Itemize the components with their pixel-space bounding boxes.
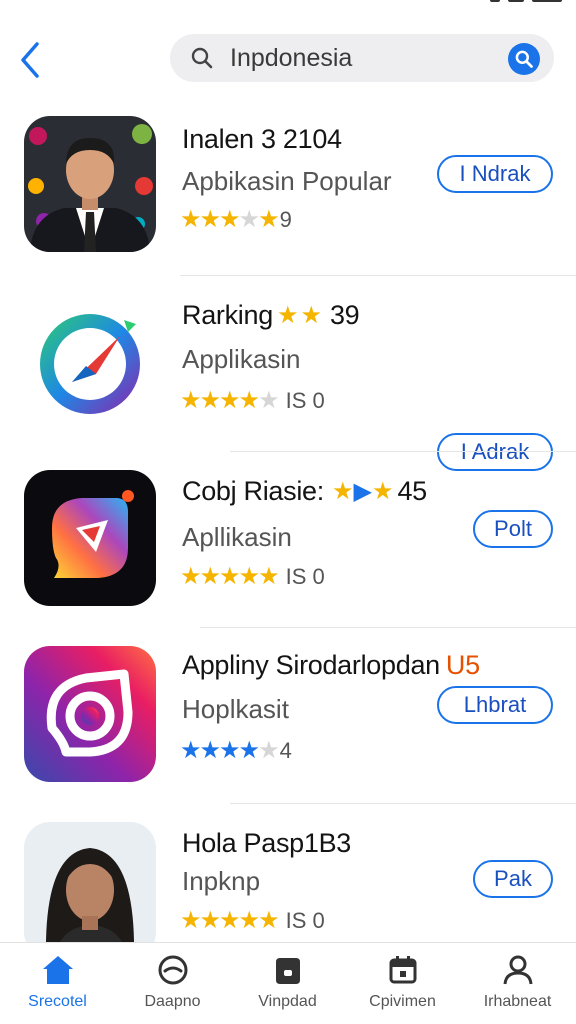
- rating-value: IS 0: [285, 908, 325, 933]
- app-rating: ★ ★ ★ ★ ★ IS 0: [180, 388, 325, 414]
- star-icon: ★: [180, 563, 201, 590]
- star-icon: ▶: [353, 477, 372, 505]
- star-icon: ★: [180, 206, 201, 233]
- nav-label: Srecotel: [28, 993, 87, 1010]
- nav-label: Cpivimen: [369, 993, 436, 1010]
- star-icon: ★: [238, 206, 260, 233]
- top-bar: [0, 20, 576, 100]
- nav-item-calendar[interactable]: Cpivimen: [345, 943, 460, 1024]
- star-icon: ★: [219, 737, 240, 764]
- star-icon: ★: [238, 563, 260, 590]
- compass-icon[interactable]: [24, 296, 156, 432]
- star-icon: ★: [258, 563, 279, 590]
- star-icon: ★: [199, 563, 221, 590]
- star-icon: ★: [238, 737, 260, 764]
- star-icon: ★: [180, 737, 201, 764]
- calendar-icon: [386, 953, 420, 987]
- star-icon: ★: [219, 563, 240, 590]
- app-title: Appliny Sirodarlopdan U5: [182, 650, 480, 680]
- wifi-icon: [508, 0, 524, 2]
- title-suffix: 39: [329, 300, 360, 330]
- install-button[interactable]: I Ndrak: [437, 155, 553, 193]
- app-rating: ★ ★ ★ ★ ★ IS 0: [180, 908, 325, 934]
- nav-item-downloads[interactable]: Vinpdad: [230, 943, 345, 1024]
- app-category: Hoplkasit: [182, 694, 289, 724]
- app-list-item[interactable]: Cobj Riasie: ★ ▶ ★ 45 Apllikasin ★ ★ ★ ★…: [0, 452, 576, 628]
- chat-bubble-icon[interactable]: [24, 470, 156, 606]
- star-icon: ★: [371, 477, 393, 505]
- app-rating: ★ ★ ★ ★ ★ 9: [180, 207, 292, 233]
- app-category: Inpknp: [182, 866, 261, 896]
- instagram-style-icon[interactable]: [24, 646, 156, 782]
- star-icon: ★: [258, 387, 279, 414]
- app-rating: ★ ★ ★ ★ ★ IS 0: [180, 564, 325, 590]
- app-title: Rarking ★ ★ 39: [182, 300, 360, 330]
- back-button[interactable]: [12, 38, 48, 82]
- star-icon: ★: [238, 907, 260, 934]
- star-icon: ★: [180, 387, 201, 414]
- app-list-item[interactable]: Appliny Sirodarlopdan U5 Hoplkasit ★ ★ ★…: [0, 628, 576, 804]
- search-bar[interactable]: [170, 34, 554, 82]
- star-icon: ★: [199, 737, 221, 764]
- nav-item-profile[interactable]: Irhabneat: [460, 943, 575, 1024]
- download-icon: [271, 953, 305, 987]
- star-icon: ★: [258, 907, 279, 934]
- rating-value: 9: [279, 207, 292, 232]
- nav-label: Vinpdad: [258, 993, 317, 1010]
- star-icon: ★: [199, 907, 221, 934]
- star-icon: ★: [199, 206, 221, 233]
- app-category: Apbikasin Popular: [182, 166, 392, 196]
- star-icon: ★: [219, 206, 240, 233]
- install-button[interactable]: Polt: [473, 510, 553, 548]
- star-icon: ★: [219, 907, 240, 934]
- nav-label: Irhabneat: [483, 993, 552, 1010]
- nav-item-home[interactable]: Srecotel: [0, 943, 115, 1024]
- profile-icon: [501, 953, 535, 987]
- app-category: Applikasin: [182, 344, 301, 374]
- person-portrait-icon[interactable]: [24, 116, 156, 252]
- nav-label: Daapno: [144, 993, 201, 1010]
- install-button[interactable]: Pak: [473, 860, 553, 898]
- app-title: Hola Pasp1B3: [182, 828, 352, 858]
- nav-item-apps[interactable]: Daapno: [115, 943, 230, 1024]
- home-icon: [41, 953, 75, 987]
- rating-value: 4: [279, 738, 292, 763]
- search-icon: [191, 47, 213, 69]
- star-icon: ★: [238, 387, 260, 414]
- woman-portrait-icon[interactable]: [24, 822, 156, 958]
- bottom-navigation: Srecotel Daapno Vinpdad Cpivimen Irhabne…: [0, 942, 576, 1024]
- rating-value: IS 0: [285, 388, 325, 413]
- title-suffix: 45: [397, 476, 427, 506]
- star-icon: ★: [258, 206, 279, 233]
- star-icon: ★: [300, 301, 321, 329]
- battery-icon: [532, 0, 562, 2]
- search-submit-button[interactable]: [508, 43, 540, 75]
- search-input[interactable]: [230, 42, 500, 74]
- app-list-item[interactable]: Rarking ★ ★ 39 Applikasin ★ ★ ★ ★ ★ IS 0…: [0, 276, 576, 471]
- app-rating: ★ ★ ★ ★ ★ 4: [180, 738, 292, 764]
- status-bar: [0, 0, 576, 14]
- star-icon: ★: [180, 907, 201, 934]
- app-list-item[interactable]: Inalen 3 2104 Apbikasin Popular ★ ★ ★ ★ …: [0, 100, 576, 276]
- app-title: Cobj Riasie: ★ ▶ ★ 45: [182, 476, 427, 506]
- star-icon: ★: [219, 387, 240, 414]
- chevron-left-icon: [21, 42, 39, 78]
- star-icon: ★: [276, 301, 298, 329]
- search-icon: [515, 50, 533, 68]
- install-button[interactable]: Lhbrat: [437, 686, 553, 724]
- title-suffix: U5: [445, 650, 480, 680]
- signal-icon: [490, 0, 500, 2]
- star-icon: ★: [258, 737, 279, 764]
- star-icon: ★: [199, 387, 221, 414]
- star-icon: ★: [331, 477, 353, 505]
- app-category: Apllikasin: [182, 522, 292, 552]
- emoji-icon: [156, 953, 190, 987]
- rating-value: IS 0: [285, 564, 325, 589]
- app-title: Inalen 3 2104: [182, 124, 342, 154]
